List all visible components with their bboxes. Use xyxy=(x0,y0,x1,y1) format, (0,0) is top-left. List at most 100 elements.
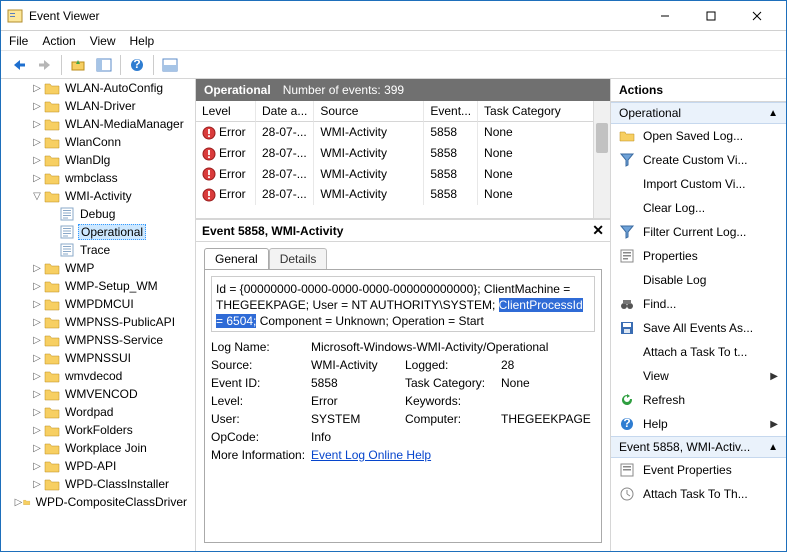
column-header[interactable]: Source xyxy=(314,101,424,122)
back-button[interactable] xyxy=(7,54,31,76)
tree-item[interactable]: ▷WlanDlg xyxy=(1,151,195,169)
tree-item[interactable]: ▽WMI-Activity xyxy=(1,187,195,205)
tree-item[interactable]: ▷WMPNSS-PublicAPI xyxy=(1,313,195,331)
tree-item[interactable]: ▷WPD-CompositeClassDriver xyxy=(1,493,195,511)
action-refresh[interactable]: Refresh xyxy=(611,388,786,412)
event-row[interactable]: Error28-07-...WMI-Activity5858None xyxy=(196,122,610,143)
tree-item[interactable]: ▷WMP xyxy=(1,259,195,277)
moreinfo-link[interactable]: Event Log Online Help xyxy=(311,448,431,462)
tree-item[interactable]: ▷WPD-ClassInstaller xyxy=(1,475,195,493)
twisty-icon[interactable]: ▷ xyxy=(31,443,43,454)
tree-label: wmbclass xyxy=(63,171,120,185)
twisty-icon[interactable]: ▷ xyxy=(31,371,43,382)
tree-item[interactable]: Debug xyxy=(1,205,195,223)
action-properties[interactable]: Properties xyxy=(611,244,786,268)
tree-item[interactable]: ▷WLAN-AutoConfig xyxy=(1,79,195,97)
action-help-submenu[interactable]: ?Help▶ xyxy=(611,412,786,436)
tree-item[interactable]: ▷WLAN-Driver xyxy=(1,97,195,115)
action-create-custom-view[interactable]: Create Custom Vi... xyxy=(611,148,786,172)
twisty-icon[interactable]: ▷ xyxy=(31,281,43,292)
tab-details[interactable]: Details xyxy=(269,248,328,269)
up-button[interactable] xyxy=(66,54,90,76)
help-button[interactable]: ? xyxy=(125,54,149,76)
tab-general[interactable]: General xyxy=(204,248,269,269)
action-attach-task-event[interactable]: Attach Task To Th... xyxy=(611,482,786,506)
twisty-icon[interactable]: ▷ xyxy=(31,479,43,490)
action-disable-log[interactable]: Disable Log xyxy=(611,268,786,292)
event-row[interactable]: Error28-07-...WMI-Activity5858None xyxy=(196,143,610,164)
twisty-icon[interactable]: ▷ xyxy=(31,83,43,94)
tree-item[interactable]: Operational xyxy=(1,223,195,241)
tree-pane[interactable]: ▷WLAN-AutoConfig▷WLAN-Driver▷WLAN-MediaM… xyxy=(1,79,196,551)
actions-group-event[interactable]: Event 5858, WMI-Activ...▲ xyxy=(611,436,786,458)
detail-close-icon[interactable]: ✕ xyxy=(592,222,604,239)
twisty-icon[interactable]: ▷ xyxy=(31,155,43,166)
close-button[interactable] xyxy=(734,2,780,30)
action-view-submenu[interactable]: View▶ xyxy=(611,364,786,388)
twisty-icon[interactable]: ▷ xyxy=(31,353,43,364)
tree-item[interactable]: ▷WMP-Setup_WM xyxy=(1,277,195,295)
tree-item[interactable]: ▷WLAN-MediaManager xyxy=(1,115,195,133)
twisty-icon[interactable]: ▷ xyxy=(31,137,43,148)
properties-icon xyxy=(619,248,635,264)
tree-item[interactable]: ▷ wmbclass xyxy=(1,169,195,187)
grid-scrollbar[interactable] xyxy=(593,101,610,218)
action-import-custom-view[interactable]: Import Custom Vi... xyxy=(611,172,786,196)
tree-item[interactable]: ▷WMPDMCUI xyxy=(1,295,195,313)
action-save-all-events[interactable]: Save All Events As... xyxy=(611,316,786,340)
tree-label: Operational xyxy=(78,224,146,240)
twisty-icon[interactable]: ▷ xyxy=(15,497,23,508)
tree-item[interactable]: Trace xyxy=(1,241,195,259)
twisty-icon[interactable] xyxy=(46,227,58,238)
tree-item[interactable]: ▷WPD-API xyxy=(1,457,195,475)
twisty-icon[interactable]: ▷ xyxy=(31,389,43,400)
action-open-saved-log[interactable]: Open Saved Log... xyxy=(611,124,786,148)
action-filter-log[interactable]: Filter Current Log... xyxy=(611,220,786,244)
event-grid[interactable]: LevelDate a...SourceEvent...Task Categor… xyxy=(196,101,610,219)
menu-help[interactable]: Help xyxy=(130,34,155,48)
maximize-button[interactable] xyxy=(688,2,734,30)
column-header[interactable]: Date a... xyxy=(256,101,314,122)
tree-item[interactable]: ▷WorkFolders xyxy=(1,421,195,439)
tree-item[interactable]: ▷ Wordpad xyxy=(1,403,195,421)
twisty-icon[interactable]: ▷ xyxy=(31,335,43,346)
twisty-icon[interactable]: ▷ xyxy=(31,407,43,418)
forward-button[interactable] xyxy=(33,54,57,76)
event-description[interactable]: Id = {00000000-0000-0000-0000-0000000000… xyxy=(211,276,595,332)
show-tree-button[interactable] xyxy=(92,54,116,76)
column-header[interactable]: Event... xyxy=(424,101,478,122)
tree-item[interactable]: ▷WlanConn xyxy=(1,133,195,151)
twisty-icon[interactable]: ▷ xyxy=(31,425,43,436)
twisty-icon[interactable]: ▷ xyxy=(31,173,43,184)
tree-label: Wordpad xyxy=(63,405,115,419)
twisty-icon[interactable]: ▷ xyxy=(31,299,43,310)
twisty-icon[interactable] xyxy=(46,209,58,220)
tree-item[interactable]: ▷WMVENCOD xyxy=(1,385,195,403)
column-header[interactable]: Task Category xyxy=(478,101,610,122)
action-event-properties[interactable]: Event Properties xyxy=(611,458,786,482)
event-row[interactable]: Error28-07-...WMI-Activity5858None xyxy=(196,164,610,185)
twisty-icon[interactable]: ▷ xyxy=(31,263,43,274)
column-header[interactable]: Level xyxy=(196,101,256,122)
twisty-icon[interactable] xyxy=(46,245,58,256)
menu-action[interactable]: Action xyxy=(42,34,75,48)
action-find[interactable]: Find... xyxy=(611,292,786,316)
menu-file[interactable]: File xyxy=(9,34,28,48)
twisty-icon[interactable]: ▷ xyxy=(31,101,43,112)
twisty-icon[interactable]: ▷ xyxy=(31,317,43,328)
action-clear-log[interactable]: Clear Log... xyxy=(611,196,786,220)
tree-item[interactable]: ▷WMPNSSUI xyxy=(1,349,195,367)
binoculars-icon xyxy=(619,296,635,312)
minimize-button[interactable] xyxy=(642,2,688,30)
tree-item[interactable]: ▷wmvdecod xyxy=(1,367,195,385)
menu-view[interactable]: View xyxy=(90,34,116,48)
actions-group-operational[interactable]: Operational▲ xyxy=(611,102,786,124)
event-row[interactable]: Error28-07-...WMI-Activity5858None xyxy=(196,184,610,205)
tree-item[interactable]: ▷WMPNSS-Service xyxy=(1,331,195,349)
twisty-icon[interactable]: ▷ xyxy=(31,119,43,130)
twisty-icon[interactable]: ▽ xyxy=(31,191,43,202)
action-attach-task[interactable]: Attach a Task To t... xyxy=(611,340,786,364)
twisty-icon[interactable]: ▷ xyxy=(31,461,43,472)
show-preview-button[interactable] xyxy=(158,54,182,76)
tree-item[interactable]: ▷Workplace Join xyxy=(1,439,195,457)
